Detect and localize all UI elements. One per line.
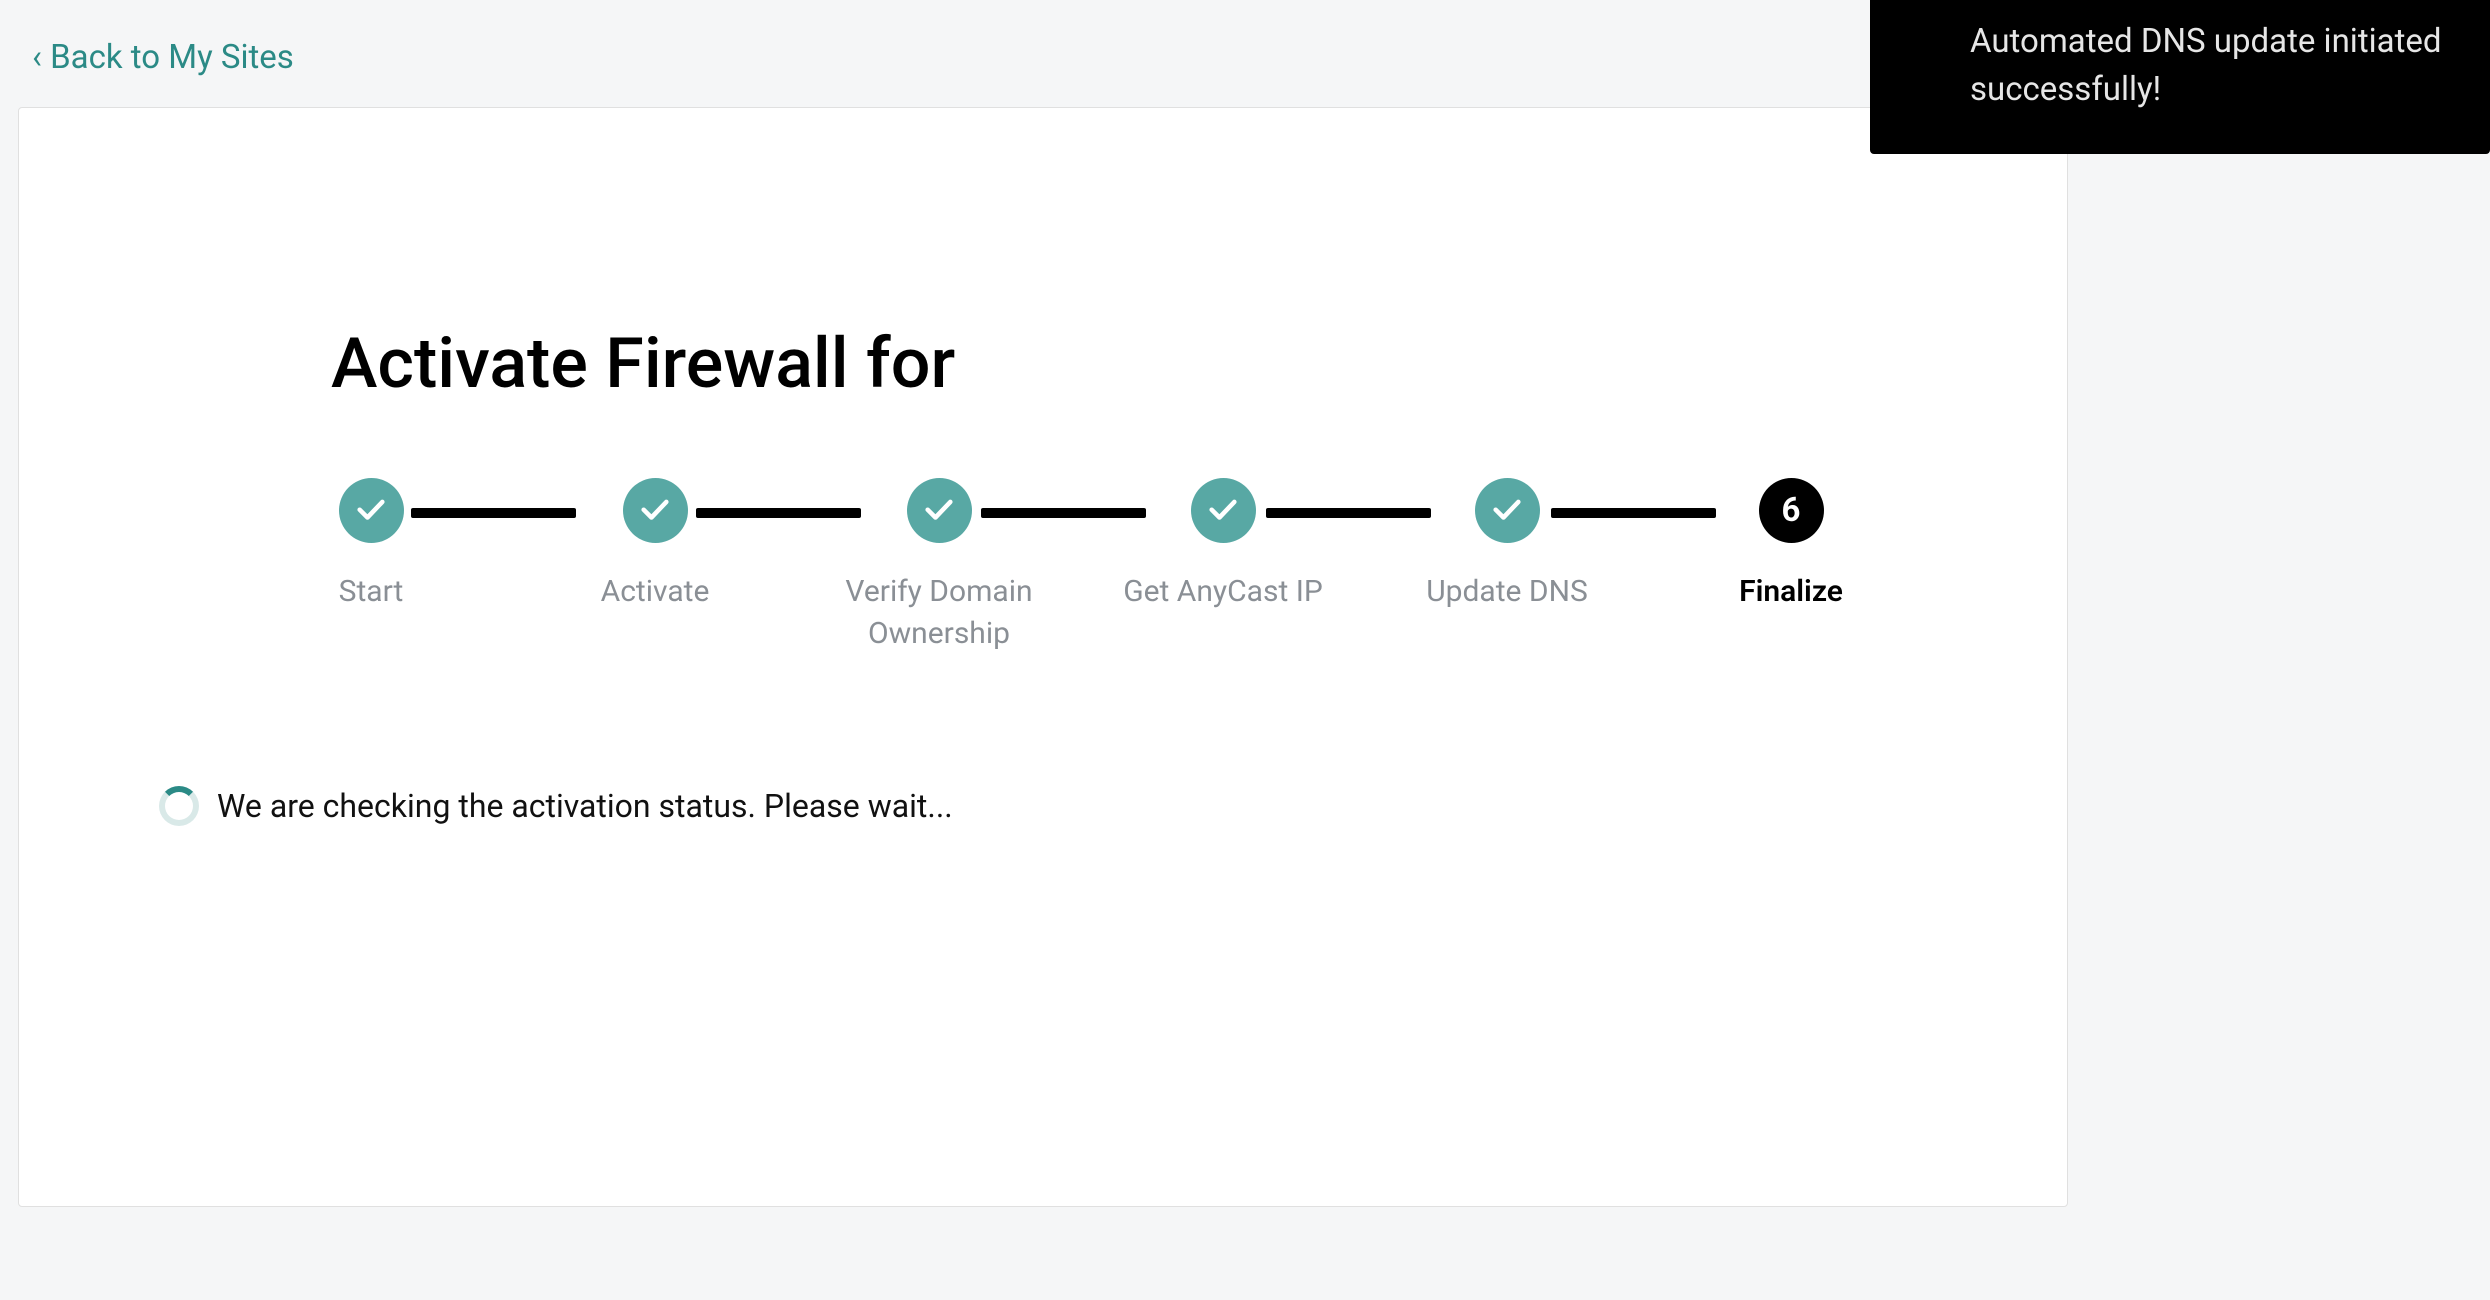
step-connector-4 <box>1266 508 1431 518</box>
success-toast: Success! Automated DNS update initiated … <box>1870 0 2490 154</box>
step-anycast-ip: Get AnyCast IP <box>1123 478 1323 613</box>
step-label: Verify Domain Ownership <box>839 571 1039 655</box>
back-to-my-sites-link[interactable]: ‹ Back to My Sites <box>0 0 294 77</box>
spinner-icon <box>159 786 199 826</box>
stepper: Start Activate Verify Domain Ownership <box>271 478 1891 655</box>
activation-card: Activate Firewall for Start Activate <box>18 107 2068 1207</box>
status-message: We are checking the activation status. P… <box>217 787 953 825</box>
step-update-dns: Update DNS <box>1407 478 1607 613</box>
step-connector-5 <box>1551 508 1716 518</box>
check-icon <box>1490 492 1524 530</box>
check-icon <box>638 492 672 530</box>
step-circle-done <box>907 478 972 543</box>
step-start: Start <box>271 478 471 613</box>
step-circle-current: 6 <box>1759 478 1824 543</box>
status-row: We are checking the activation status. P… <box>159 786 953 826</box>
step-label: Activate <box>601 571 710 613</box>
step-label: Start <box>339 571 404 613</box>
step-activate: Activate <box>555 478 755 613</box>
check-icon <box>1206 492 1240 530</box>
step-connector-1 <box>411 508 576 518</box>
step-label: Get AnyCast IP <box>1123 571 1323 613</box>
success-check-icon <box>1902 0 1952 12</box>
check-icon <box>922 492 956 530</box>
step-verify-domain: Verify Domain Ownership <box>839 478 1039 655</box>
check-icon <box>354 492 388 530</box>
toast-title: Success! <box>1970 0 2445 4</box>
page-title: Activate Firewall for <box>331 323 955 405</box>
step-finalize: 6 Finalize <box>1691 478 1891 613</box>
step-number: 6 <box>1782 491 1801 530</box>
step-circle-done <box>1191 478 1256 543</box>
step-circle-done <box>623 478 688 543</box>
step-label: Update DNS <box>1426 571 1588 613</box>
toast-message: Automated DNS update initiated successfu… <box>1970 18 2445 114</box>
step-circle-done <box>339 478 404 543</box>
step-connector-3 <box>981 508 1146 518</box>
step-connector-2 <box>696 508 861 518</box>
step-label: Finalize <box>1739 571 1843 613</box>
step-circle-done <box>1475 478 1540 543</box>
